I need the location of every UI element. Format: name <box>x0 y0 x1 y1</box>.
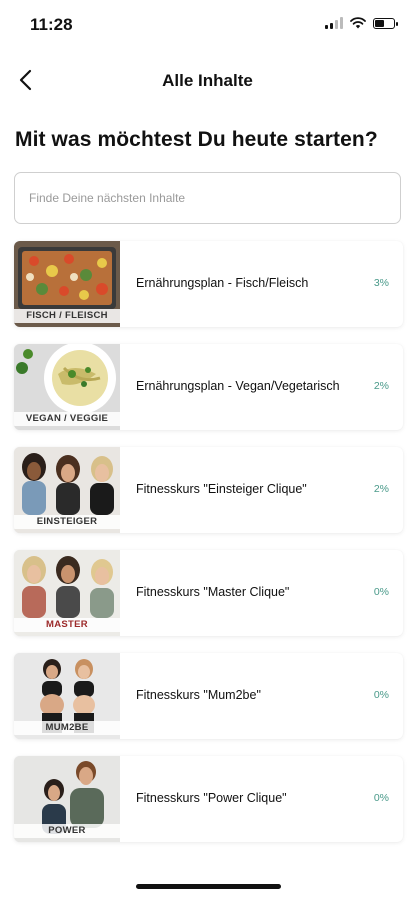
item-progress: 0% <box>373 792 389 804</box>
item-title: Ernährungsplan - Fisch/Fleisch <box>136 276 309 290</box>
item-title: Ernährungsplan - Vegan/Vegetarisch <box>136 379 340 393</box>
status-bar: 11:28 <box>0 0 415 50</box>
thumbnail-einsteiger: EINSTEIGER <box>14 447 120 533</box>
list-item[interactable]: FISCH / FLEISCH Ernährungsplan - Fisch/F… <box>14 241 403 327</box>
item-title: Fitnesskurs "Master Clique" <box>136 585 290 599</box>
content-list: FISCH / FLEISCH Ernährungsplan - Fisch/F… <box>14 241 403 859</box>
search-input[interactable] <box>14 172 401 224</box>
item-title: Fitnesskurs "Power Clique" <box>136 791 287 805</box>
page-title: Mit was möchtest Du heute starten? <box>15 128 378 151</box>
thumbnail-power: POWER <box>14 756 120 842</box>
wifi-icon <box>350 17 366 29</box>
list-item[interactable]: VEGAN / VEGGIE Ernährungsplan - Vegan/Ve… <box>14 344 403 430</box>
list-item[interactable]: MUM2BE Fitnesskurs "Mum2be" 0% <box>14 653 403 739</box>
status-time: 11:28 <box>30 15 73 34</box>
thumbnail-master: MASTER <box>14 550 120 636</box>
thumbnail-fish-meat: FISCH / FLEISCH <box>14 241 120 327</box>
thumbnail-mum2be: MUM2BE <box>14 653 120 739</box>
item-progress: 0% <box>373 586 389 598</box>
home-indicator[interactable] <box>136 884 281 889</box>
thumbnail-label: MASTER <box>14 618 120 632</box>
item-progress: 2% <box>373 380 389 392</box>
nav-title: Alle Inhalte <box>162 71 253 90</box>
navigation-bar: Alle Inhalte <box>0 55 415 105</box>
item-progress: 0% <box>373 689 389 701</box>
thumbnail-label: VEGAN / VEGGIE <box>14 412 120 426</box>
item-progress: 2% <box>373 483 389 495</box>
battery-icon <box>373 17 398 29</box>
thumbnail-vegan-veggie: VEGAN / VEGGIE <box>14 344 120 430</box>
item-title: Fitnesskurs "Einsteiger Clique" <box>136 482 307 496</box>
thumbnail-label: POWER <box>14 824 120 838</box>
cellular-signal-icon <box>325 17 343 29</box>
list-item[interactable]: POWER Fitnesskurs "Power Clique" 0% <box>14 756 403 842</box>
thumbnail-label: EINSTEIGER <box>14 515 120 529</box>
list-item[interactable]: MASTER Fitnesskurs "Master Clique" 0% <box>14 550 403 636</box>
thumbnail-label: FISCH / FLEISCH <box>14 309 120 323</box>
item-title: Fitnesskurs "Mum2be" <box>136 688 261 702</box>
status-icons <box>325 17 398 29</box>
thumbnail-label: MUM2BE <box>14 721 120 735</box>
list-item[interactable]: EINSTEIGER Fitnesskurs "Einsteiger Cliqu… <box>14 447 403 533</box>
item-progress: 3% <box>373 277 389 289</box>
